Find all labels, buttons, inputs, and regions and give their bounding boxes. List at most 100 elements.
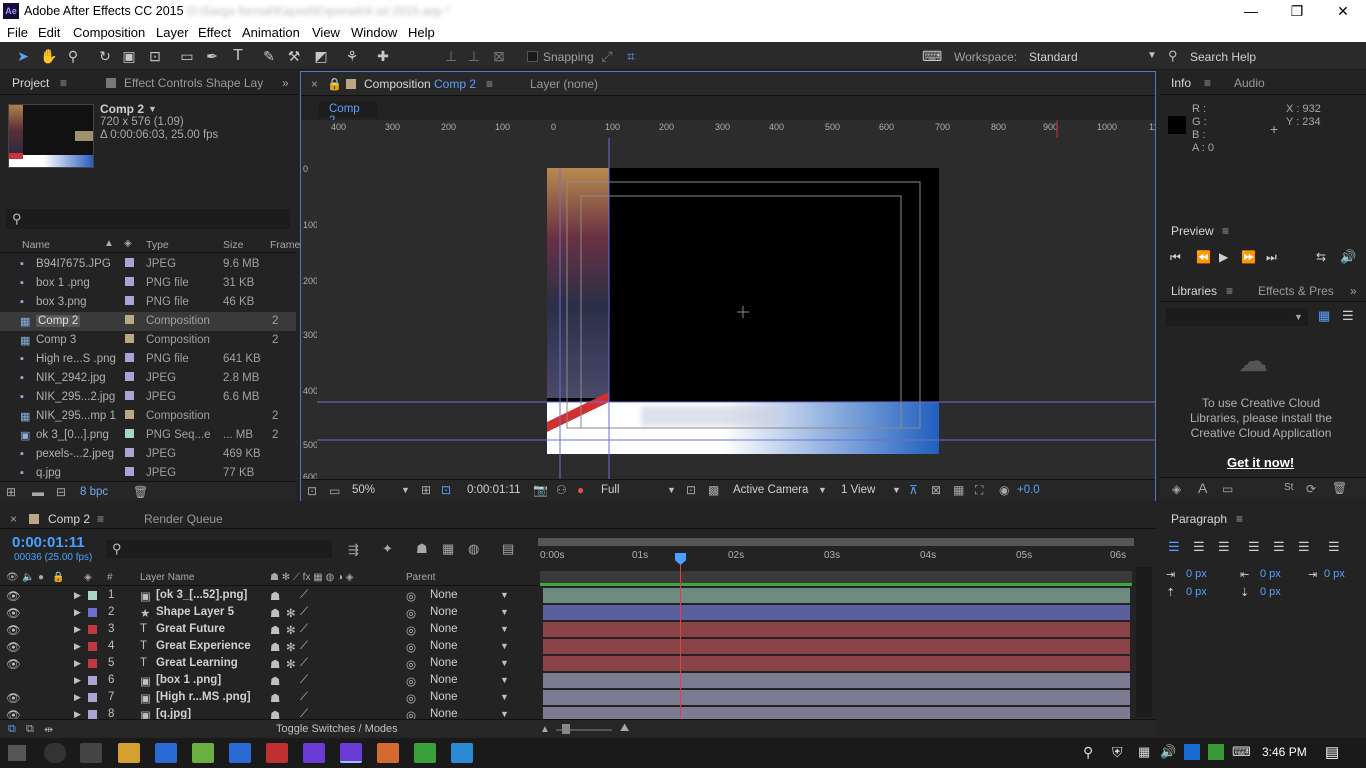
file-explorer-icon[interactable] [118, 743, 140, 763]
shy-switch-icon[interactable]: ☗ [270, 674, 280, 688]
project-item-row[interactable]: ▦ Comp 2 Composition 2 [0, 312, 296, 331]
project-item-row[interactable]: ▪ box 1 .png PNG file 31 KB [0, 274, 296, 293]
shy-switch-icon[interactable]: ☗ [270, 708, 280, 719]
network-icon[interactable]: ▦ [1138, 744, 1150, 760]
selection-tool-icon[interactable]: ➤ [14, 47, 32, 65]
app-icon-4[interactable] [303, 743, 325, 763]
timeline-layer-row[interactable]: 👁 ▶ 3 T Great Future ☗ ✻ ⟋ ◎ None ▼ [0, 621, 1134, 638]
solo-switch-icon[interactable]: ● [38, 572, 44, 583]
expand-triangle-icon[interactable]: ▶ [74, 590, 81, 601]
quality-switch-icon[interactable]: ⟋ [300, 640, 308, 653]
tab-audio[interactable]: Audio [1234, 76, 1265, 90]
menu-animation[interactable]: Animation [242, 25, 300, 40]
flowchart-icon[interactable]: ⛶ [975, 483, 983, 498]
parent-pickwhip-icon[interactable]: ◎ [406, 589, 416, 603]
expand-triangle-icon[interactable]: ▶ [74, 675, 81, 686]
project-item-row[interactable]: ▪ High re...S .png PNG file 641 KB [0, 350, 296, 369]
parent-dropdown[interactable]: None [430, 623, 458, 635]
display-icon[interactable]: ▭ [329, 484, 340, 498]
project-item-row[interactable]: ▪ NIK_295...2.jpg JPEG 6.6 MB [0, 388, 296, 407]
column-size[interactable]: Size [223, 239, 243, 251]
project-item-row[interactable]: ▦ NIK_295...mp 1 Composition 2 [0, 407, 296, 426]
library-select[interactable] [1166, 308, 1308, 326]
quality-switch-icon[interactable]: ⟋ [300, 674, 308, 687]
view-layout-chevron-down-icon[interactable]: ▼ [892, 485, 901, 495]
in-out-icon[interactable]: ⇹ [44, 723, 53, 736]
parent-chevron-down-icon[interactable]: ▼ [500, 607, 509, 617]
paragraph-menu-icon[interactable]: ≡ [1236, 512, 1243, 526]
zoom-dropdown[interactable]: 50% [352, 484, 375, 496]
composition-menu-icon[interactable]: ≡ [486, 77, 493, 91]
layer-duration-bar[interactable] [543, 588, 1130, 603]
parent-pickwhip-icon[interactable]: ◎ [406, 657, 416, 671]
align-left-icon[interactable]: ☰ [1168, 539, 1180, 555]
world-axis-icon[interactable]: ⊥ [465, 47, 483, 65]
parent-chevron-down-icon[interactable]: ▼ [500, 709, 509, 719]
add-color-icon[interactable]: ◈ [1172, 482, 1181, 496]
visibility-eye-icon[interactable]: 👁 [6, 589, 21, 603]
timeline-layer-row[interactable]: 👁 ▶ 5 T Great Learning ☗ ✻ ⟋ ◎ None ▼ [0, 655, 1134, 672]
quality-switch-icon[interactable]: ⟋ [300, 691, 308, 704]
parent-chevron-down-icon[interactable]: ▼ [500, 675, 509, 685]
expand-triangle-icon[interactable]: ▶ [74, 709, 81, 719]
layer-label-swatch[interactable] [88, 608, 97, 617]
quality-switch-icon[interactable]: ⟋ [300, 708, 308, 719]
action-center-icon[interactable]: ▤ [1325, 743, 1339, 761]
comp-mini-flowchart-icon[interactable]: ⇶ [348, 542, 359, 558]
tab-composition[interactable]: Composition [364, 77, 431, 91]
first-line-indent-field[interactable]: 0 px [1324, 568, 1345, 580]
layer-duration-bar[interactable] [543, 707, 1130, 719]
layer-duration-bar[interactable] [543, 690, 1130, 705]
transfer-controls-icon[interactable]: ⧉ [26, 723, 34, 736]
parent-chevron-down-icon[interactable]: ▼ [500, 692, 509, 702]
label-column-icon[interactable]: ◈ [124, 238, 132, 249]
task-view-icon[interactable] [80, 743, 102, 763]
layer-label-swatch[interactable] [88, 676, 97, 685]
pan-behind-tool-icon[interactable]: ⊡ [146, 47, 164, 65]
label-swatch[interactable] [125, 448, 134, 457]
layer-name[interactable]: Great Future [156, 623, 225, 635]
label-swatch[interactable] [125, 277, 134, 286]
resolution-chevron-down-icon[interactable]: ▼ [667, 485, 676, 495]
tab-render-queue[interactable]: Render Queue [144, 512, 223, 526]
collapse-switch-icon[interactable]: ✻ [286, 640, 296, 654]
tab-effects-presets[interactable]: Effects & Pres [1258, 284, 1334, 298]
timeline-layer-row[interactable]: 👁 ▶ 7 ▣ [High r...MS .png] ☗ ⟋ ◎ None ▼ [0, 689, 1134, 706]
always-preview-icon[interactable]: ⊡ [307, 484, 317, 498]
timeline-layer-row[interactable]: 👁 ▶ 2 ★ Shape Layer 5 ☗ ✻ ⟋ ◎ None ▼ [0, 604, 1134, 621]
show-snapshot-icon[interactable]: ⚇ [556, 483, 567, 497]
mask-visibility-icon[interactable]: ⊡ [441, 483, 451, 497]
search-help-input[interactable]: Search Help [1190, 50, 1256, 64]
project-item-row[interactable]: ▪ box 3.png PNG file 46 KB [0, 293, 296, 312]
timeline-menu-icon[interactable]: ≡ [97, 512, 104, 526]
audio-speaker-icon[interactable]: 🔊 [1340, 249, 1356, 265]
reset-exposure-icon[interactable]: ◉ [999, 483, 1009, 497]
parent-dropdown[interactable]: None [430, 606, 458, 618]
tab-project[interactable]: Project [12, 76, 49, 90]
camera-tool-icon[interactable]: ▣ [120, 47, 138, 65]
label-swatch[interactable] [125, 353, 134, 362]
camera-dropdown[interactable]: Active Camera [733, 484, 808, 496]
quality-switch-icon[interactable]: ⟋ [300, 589, 308, 602]
project-search-input[interactable]: ⚲ [6, 209, 290, 229]
expand-triangle-icon[interactable]: ▶ [74, 607, 81, 618]
label-swatch[interactable] [125, 391, 134, 400]
hide-shy-layers-icon[interactable]: ☗ [416, 541, 428, 557]
grid-view-icon[interactable]: ▦ [1318, 308, 1330, 324]
close-tab-icon[interactable]: × [10, 512, 17, 526]
column-frame[interactable]: Frame [270, 239, 300, 251]
zoom-in-icon[interactable]: ⛰ [620, 722, 629, 735]
menu-layer[interactable]: Layer [156, 25, 189, 40]
justify-left-icon[interactable]: ☰ [1248, 539, 1260, 555]
add-text-style-icon[interactable]: A [1198, 480, 1207, 496]
layer-label-swatch[interactable] [88, 659, 97, 668]
parent-dropdown[interactable]: None [430, 640, 458, 652]
region-of-interest-icon[interactable]: ⊡ [686, 483, 696, 497]
layer-switches-icon[interactable]: ⧉ [8, 723, 16, 736]
menu-view[interactable]: View [312, 25, 340, 40]
timeline-layer-row[interactable]: 👁 ▶ 8 ▣ [q.jpg] ☗ ⟋ ◎ None ▼ [0, 706, 1134, 719]
interpret-footage-icon[interactable]: ⊞ [6, 485, 16, 499]
layer-name[interactable]: Great Experience [156, 640, 251, 652]
indent-left-field[interactable]: 0 px [1186, 568, 1207, 580]
sort-ascending-icon[interactable]: ▲ [104, 238, 114, 249]
